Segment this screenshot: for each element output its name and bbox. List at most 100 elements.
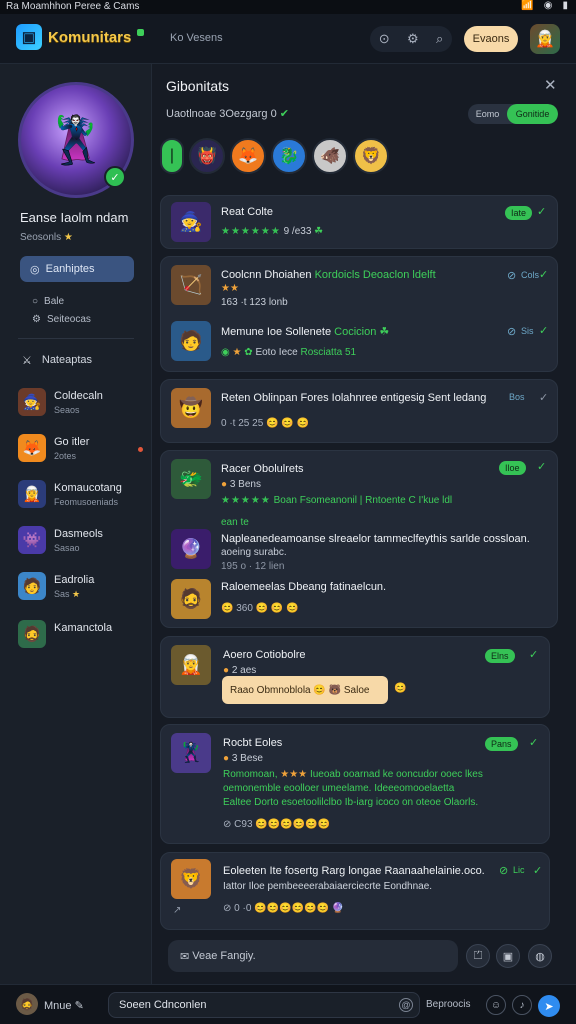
post-body: Iattor Iloe pembeeeerabaiaerciecrte Eond… [223, 881, 433, 892]
sidebar-game-item[interactable]: 🧔 Kamanctola [18, 620, 112, 648]
send-icon[interactable]: ➤ [538, 995, 560, 1017]
link-icon[interactable]: ⊘ [507, 269, 516, 282]
message-input[interactable]: Soeen Cdnconlen @ [108, 992, 420, 1018]
close-icon[interactable]: ✕ [544, 76, 557, 94]
sidebar-link-bale[interactable]: ○ Bale [32, 296, 64, 307]
highlight-bubble[interactable]: Raao Obmnoblola 😊 🐻 Saloe [222, 676, 388, 704]
sidebar-link-settings[interactable]: ⚙ Seiteocas [32, 314, 91, 325]
toggle-option-off[interactable]: Eomo [468, 104, 507, 124]
post-thumbnail: 🔮 [171, 529, 211, 569]
logo-icon: ▣ [16, 24, 42, 50]
mic-icon[interactable]: ◍ [528, 944, 552, 968]
settings-icon[interactable]: ⚙ [407, 31, 419, 47]
post-subtitle: ● 3 Bese [223, 753, 263, 764]
post-card[interactable]: 🏹 Coolcnn Dhoiahen Kordoicls Deoaclon ld… [160, 256, 558, 372]
check-icon: ✓ [539, 269, 549, 281]
profile-name: Eanse Iaolm ndam [20, 210, 129, 225]
reaction-bar[interactable]: 😊 360 😊 😊 😊 [221, 603, 299, 614]
emoji-icon: 😊 🐻 [313, 684, 342, 696]
view-toggle[interactable]: Eomo Gonitide [468, 104, 558, 124]
game-thumb-icon: 🧑 [18, 572, 46, 600]
reaction-bar[interactable]: ⊘ 0 ·0 😊😊😊😊😊😊 🔮 [223, 903, 344, 914]
panel-title: Gibonitats [166, 78, 230, 94]
chat-icon: ✉ [180, 950, 190, 963]
status-pill: Elns [485, 649, 515, 663]
sidebar-game-item[interactable]: 🧝 Komaucotang Feomusoeniads [18, 480, 122, 508]
post-thumbnail: 🧔 [171, 579, 211, 619]
post-card[interactable]: 🐲 Racer Obolulrets ● 3 Bens ★★★★★ Boan F… [160, 450, 558, 628]
reply-composer[interactable]: ✉ Veae Fangiy. [168, 940, 458, 972]
image-icon[interactable]: ▣ [496, 944, 520, 968]
post-card[interactable]: 🤠 Reten Oblinpan Fores Iolahnree entiges… [160, 379, 558, 443]
post-subtitle: ● 2 aes [223, 665, 257, 676]
link-icon[interactable]: ⊘ [499, 864, 508, 877]
filter-chip-icon[interactable]: 🐉 [271, 138, 307, 174]
check-icon: ✓ [529, 649, 539, 661]
header-icon-group: ⊙ ⚙ ⌕ [370, 26, 452, 52]
link-icon[interactable]: ⊘ [507, 325, 516, 338]
sidebar-game-item[interactable]: 👾 Dasmeols Sasao [18, 526, 103, 554]
post-tag: Lic [513, 865, 525, 875]
post-title: Memune Ioe Sollenete Cocicion ☘ [221, 326, 390, 338]
post-thumbnail: 🐲 [171, 459, 211, 499]
post-meta: ◉ ★ ✿ Eoto Iece Rosciatta 51 [221, 347, 357, 358]
attach-icon[interactable]: ⏍ [466, 944, 490, 968]
post-thumbnail: 🧝 [171, 645, 211, 685]
check-icon: ✓ [537, 206, 547, 218]
star-icon: ★ [63, 232, 73, 243]
post-title: Racer Obolulrets [221, 463, 304, 475]
link-icon[interactable]: ⊙ [379, 31, 390, 47]
post-thumbnail: 🦹 [171, 733, 211, 773]
post-card[interactable]: 🦹 Rocbt Eoles ● 3 Bese Romomoan, ★★★ Iue… [160, 724, 550, 844]
post-thumbnail: 🧙 [171, 202, 211, 242]
filter-chip-icon[interactable]: 🐗 [312, 138, 348, 174]
status-title: Ra Moamhhon Peree & Cams [6, 1, 140, 12]
sidebar-game-item[interactable]: 🦊 Go itler 2otes [18, 434, 89, 462]
at-icon[interactable]: @ [399, 998, 413, 1012]
sidebar-primary-button[interactable]: ◎ Eanhiptes [20, 256, 134, 282]
post-card[interactable]: 🧙 Reat Colte ★★★★★★ 9 /e33 ☘ Iate ✓ [160, 195, 558, 249]
gif-icon[interactable]: ♪ [512, 995, 532, 1015]
filter-chip-icon[interactable]: 👹 [189, 138, 225, 174]
post-card[interactable]: 🦁 Eoleeten Ite fosertg Rarg longae Raana… [160, 852, 550, 930]
game-thumb-icon: 🧙 [18, 388, 46, 416]
post-title: Rocbt Eoles [223, 737, 283, 749]
post-body: Romomoan, ★★★ Iueoab ooarnad ke ooncudor… [223, 769, 483, 780]
search-icon[interactable]: ⌕ [436, 31, 443, 47]
gamepad-icon: ⚔ [22, 355, 32, 367]
header-search-label[interactable]: Ko Vesens [170, 32, 223, 44]
check-icon: ✓ [533, 865, 543, 877]
filter-chip-icon[interactable]: 🦊 [230, 138, 266, 174]
link-icon: ⊘ [223, 819, 232, 830]
post-body: Ealtee Dorto esoetoolilclbo Ib-iarg icoc… [223, 797, 479, 808]
app-logo[interactable]: ▣ Komunitars [16, 24, 145, 50]
post-thumbnail: 🦁 [171, 859, 211, 899]
post-title: Reat Colte [221, 206, 273, 218]
panel-subtitle: Uaotlnoae 3Oezgarg 0 ✔ [166, 108, 289, 120]
toggle-option-on[interactable]: Gonitide [507, 104, 558, 124]
user-avatar[interactable]: 🧝 [530, 24, 560, 54]
wifi-icon: ◉ [543, 0, 553, 11]
sidebar-section-title: ⚔ Nateaptas [22, 354, 93, 367]
emoji-picker-icon[interactable]: ☺ [486, 995, 506, 1015]
header-action-button[interactable]: Evaons [464, 26, 518, 52]
reaction-bar[interactable]: 0 ·t 25 25 😊 😊 😊 [221, 418, 309, 429]
bottom-bar: 🧔 Mnue ✎ Soeen Cdnconlen @ Beproocis ☺ ♪… [0, 984, 576, 1024]
signal-icon: 📶 [521, 0, 534, 11]
profile-subtitle: Seosonls ★ [20, 232, 73, 243]
bottom-username: Mnue ✎ [44, 1000, 84, 1012]
game-thumb-icon: 👾 [18, 526, 46, 554]
home-icon: ◎ [30, 263, 40, 276]
emoji-icon[interactable]: 😊 [394, 683, 406, 694]
filter-all-chip[interactable]: | [160, 138, 184, 174]
post-title: Coolcnn Dhoiahen Kordoicls Deoaclon ldel… [221, 269, 436, 281]
filter-chip-icon[interactable]: 🦁 [353, 138, 389, 174]
sidebar-game-item[interactable]: 🧙 Coldecaln Seaos [18, 388, 103, 416]
post-tag: Cols [521, 270, 540, 280]
plant-icon: ☘ [314, 226, 324, 237]
status-pill: Iate [505, 206, 533, 220]
sidebar-game-item[interactable]: 🧑 Eadrolia Sas ★ [18, 572, 94, 600]
bottom-avatar[interactable]: 🧔 [16, 993, 38, 1015]
reaction-bar[interactable]: ⊘ C93 😊😊😊😊😊😊 [223, 819, 330, 830]
bottom-label: Beproocis [426, 999, 471, 1010]
